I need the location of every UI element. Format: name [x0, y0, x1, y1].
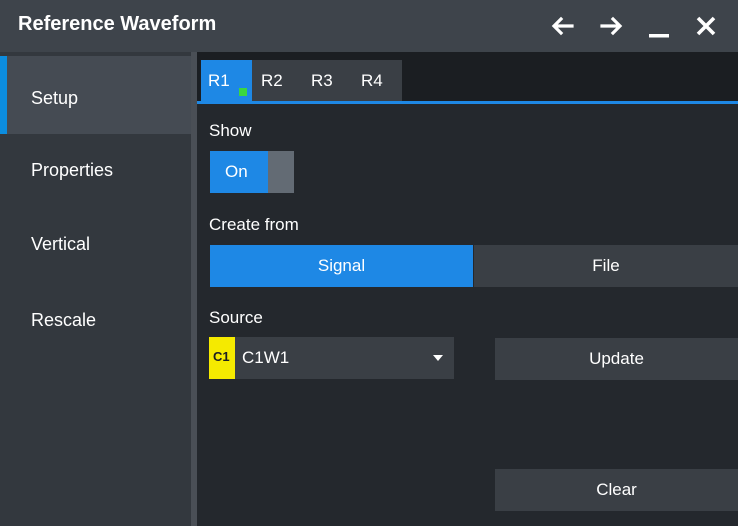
close-icon[interactable] — [690, 10, 722, 42]
option-label: Signal — [317, 256, 366, 275]
sidebar-item-properties[interactable]: Properties — [0, 134, 191, 212]
arrow-right-icon[interactable] — [596, 10, 628, 42]
toggle-value: On — [225, 162, 248, 181]
tab-r1[interactable]: R1 — [201, 60, 252, 102]
tab-r4[interactable]: R4 — [352, 60, 402, 102]
sidebar-item-label: Properties — [31, 160, 114, 180]
active-status-indicator — [239, 88, 247, 96]
create-from-signal-option[interactable]: Signal — [210, 245, 473, 287]
show-label: Show — [209, 121, 252, 140]
tab-underline — [197, 101, 738, 104]
show-toggle[interactable]: On — [210, 151, 294, 193]
title-bar: Reference Waveform — [0, 0, 738, 52]
clear-button[interactable]: Clear — [495, 469, 738, 511]
sidebar: Setup Properties Vertical Rescale — [0, 52, 191, 526]
sidebar-item-label: Rescale — [31, 310, 97, 330]
sidebar-item-rescale[interactable]: Rescale — [0, 290, 191, 368]
tab-label: R4 — [361, 71, 383, 90]
sidebar-item-setup[interactable]: Setup — [0, 56, 191, 134]
clear-button-label: Clear — [596, 480, 637, 499]
toggle-on-segment: On — [210, 151, 268, 193]
active-indicator — [0, 56, 7, 134]
tab-r3[interactable]: R3 — [302, 60, 352, 102]
caret-down-icon — [433, 355, 443, 361]
sidebar-item-vertical[interactable]: Vertical — [0, 212, 191, 290]
sidebar-item-label: Setup — [31, 88, 79, 108]
toggle-knob — [268, 151, 294, 193]
tab-label: R2 — [261, 71, 283, 90]
option-label: File — [592, 256, 620, 275]
tab-bar: R1 R2 R3 R4 — [197, 52, 738, 104]
tab-r2[interactable]: R2 — [252, 60, 302, 102]
channel-badge-label: C1 — [213, 349, 230, 364]
channel-badge: C1 — [209, 337, 235, 379]
source-label: Source — [209, 308, 263, 327]
minimize-icon[interactable] — [643, 10, 675, 42]
source-select[interactable]: C1 C1W1 — [209, 337, 454, 379]
setup-panel: R1 R2 R3 R4 Show On Create from Signal F… — [197, 52, 738, 526]
tab-label: R3 — [311, 71, 333, 90]
arrow-left-icon[interactable] — [546, 10, 578, 42]
source-value: C1W1 — [242, 348, 290, 367]
tab-label: R1 — [208, 71, 230, 90]
create-from-file-option[interactable]: File — [474, 245, 738, 287]
update-button-label: Update — [589, 349, 644, 368]
sidebar-item-label: Vertical — [31, 234, 91, 254]
window-title: Reference Waveform — [18, 13, 217, 35]
create-from-label: Create from — [209, 215, 299, 234]
update-button[interactable]: Update — [495, 338, 738, 380]
